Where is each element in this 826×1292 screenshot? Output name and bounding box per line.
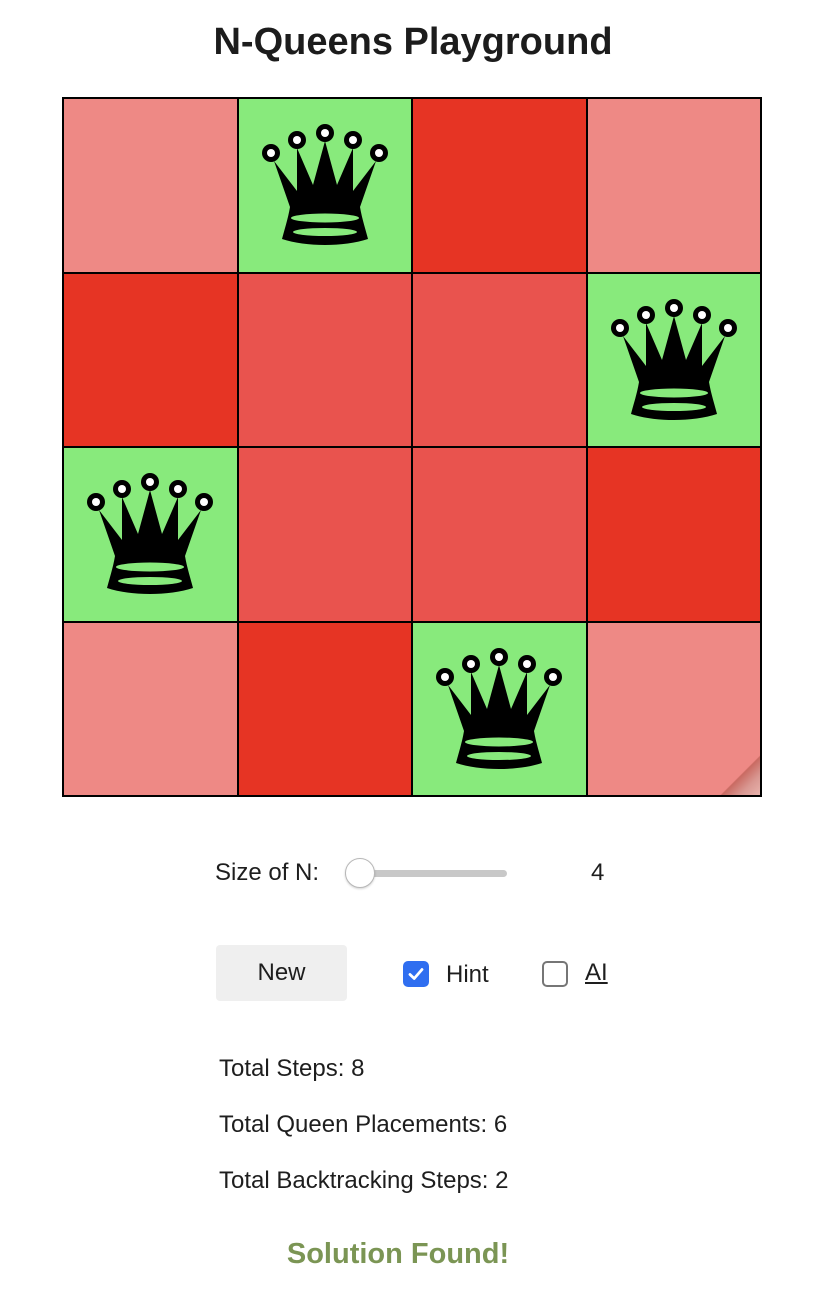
board-cell-r1-c3[interactable] <box>412 98 587 273</box>
board-cell-r2-c3[interactable] <box>412 272 587 447</box>
ai-checkbox[interactable] <box>542 961 568 987</box>
board-cell-r4-c3[interactable] <box>412 621 587 796</box>
board-cell-r1-c1[interactable] <box>63 98 238 273</box>
queen-icon <box>258 123 392 247</box>
total-queen-placements: Total Queen Placements: 6 <box>219 1111 508 1138</box>
board-cell-r3-c4[interactable] <box>586 447 761 622</box>
queen-icon <box>83 472 217 596</box>
board-cell-r3-c2[interactable] <box>237 447 412 622</box>
page-curl-decoration <box>720 755 760 795</box>
status-message: Solution Found! <box>286 1238 510 1270</box>
hint-label[interactable]: Hint <box>446 961 489 989</box>
size-value: 4 <box>591 859 605 886</box>
size-slider[interactable] <box>345 858 507 888</box>
chess-board <box>62 97 762 797</box>
n-queens-page: N-Queens Playground Size of N: 4 New Hin… <box>0 0 826 1292</box>
total-steps: Total Steps: 8 <box>219 1055 365 1082</box>
hint-checkbox[interactable] <box>403 961 429 987</box>
board-cell-r4-c4[interactable] <box>586 621 761 796</box>
board-cell-r1-c2[interactable] <box>237 98 412 273</box>
ai-label[interactable]: AI <box>585 959 608 987</box>
board-cell-r2-c2[interactable] <box>237 272 412 447</box>
board-cell-r4-c1[interactable] <box>63 621 238 796</box>
page-title: N-Queens Playground <box>213 21 613 63</box>
board-cell-r2-c1[interactable] <box>63 272 238 447</box>
queen-icon <box>607 298 741 422</box>
board-cell-r1-c4[interactable] <box>586 98 761 273</box>
stats-panel: Total Steps: 8 Total Queen Placements: 6… <box>219 1054 508 1222</box>
board-cell-r3-c3[interactable] <box>412 447 587 622</box>
size-control: Size of N: 4 <box>215 852 615 896</box>
board-cell-r4-c2[interactable] <box>237 621 412 796</box>
controls-row: New Hint AI <box>216 945 636 1001</box>
size-label: Size of N: <box>215 859 320 886</box>
new-button[interactable]: New <box>216 945 347 1001</box>
board-cell-r3-c1[interactable] <box>63 447 238 622</box>
board-cell-r2-c4[interactable] <box>586 272 761 447</box>
queen-icon <box>432 647 566 771</box>
slider-thumb[interactable] <box>345 858 375 888</box>
total-backtracking-steps: Total Backtracking Steps: 2 <box>219 1167 509 1194</box>
checkmark-icon <box>408 968 424 980</box>
